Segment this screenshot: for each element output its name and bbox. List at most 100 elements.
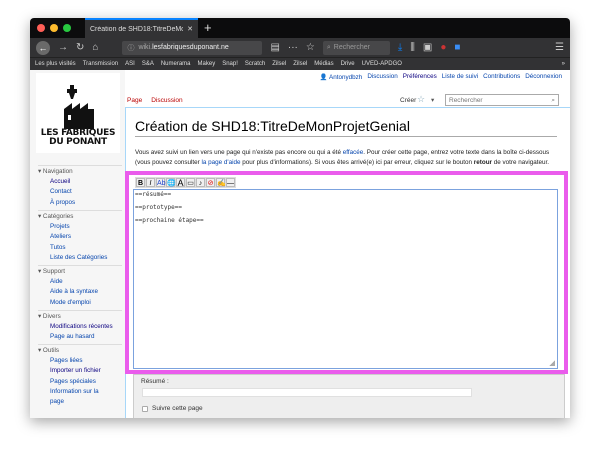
reader-icon[interactable]: ▤ [270,42,279,53]
nav-link[interactable]: Contact [50,187,122,197]
download-icon[interactable]: ⤓ [398,42,402,53]
portal-support: ▾ Support Aide Aide à la syntaxe Mode d'… [38,265,122,308]
summary-input[interactable] [142,388,472,397]
external-link-icon[interactable]: 🌐 [166,178,176,187]
nav-link[interactable]: À propos [50,198,122,208]
nav-link[interactable]: Liste des Catégories [50,253,122,263]
zoom-window-button[interactable] [63,24,71,32]
close-window-button[interactable] [37,24,45,32]
nav-link[interactable]: Pages liées [50,356,122,366]
watchlist-link[interactable]: Liste de suivi [442,73,478,81]
watch-checkbox-row[interactable]: Suivre cette page [142,405,203,412]
tab-page[interactable]: Page [125,97,144,104]
horizontal-line-icon[interactable]: — [226,178,235,187]
nav-link[interactable]: Ateliers [50,232,122,242]
logout-link[interactable]: Déconnexion [525,73,562,81]
browser-search-input[interactable]: ⌕ Rechercher [322,40,390,55]
nowiki-icon[interactable]: ⊘ [206,178,215,187]
home-button[interactable]: ⌂ [92,42,98,53]
portal-divers: ▾ Divers Modifications récentes Page au … [38,310,122,343]
page-title: Création de SHD18:TitreDeMonProjetGenial [135,118,557,137]
site-logo[interactable]: LES FABRIQUES DU PONANT [36,73,120,153]
forward-button[interactable]: → [58,42,68,53]
bookmark-star-icon[interactable]: ☆ [306,42,315,53]
nav-toolbar: ← → ↻ ⌂ ⓘ wiki.lesfabriquesduponant.ne ▤ … [30,38,570,57]
bookmark[interactable]: Transmission [83,61,118,67]
intro-text: Vous avez suivi un lien vers une page qu… [135,149,550,166]
nav-link[interactable]: Aide [50,277,122,287]
preferences-link[interactable]: Préférences [403,73,437,81]
reload-button[interactable]: ↻ [76,42,84,53]
portal-heading[interactable]: ▾ Catégories [38,210,122,220]
image-icon[interactable]: ▭ [186,178,195,187]
nav-link[interactable]: Page au hasard [50,332,122,342]
nav-link[interactable]: Aide à la syntaxe [50,287,122,297]
extension-d-icon[interactable]: ■ [454,42,460,53]
bookmark[interactable]: UVED-APDGO [362,61,402,67]
watch-label: Suivre cette page [152,405,203,412]
user-talk-link[interactable]: Discussion [367,73,397,81]
info-icon: ⓘ [127,44,135,52]
tab-title: Création de SHD18:TitreDeMonProjet [90,25,183,33]
nav-link[interactable]: Modifications récentes [50,322,122,332]
bookmark[interactable]: Scratch [245,61,265,67]
sidebar: LES FABRIQUES DU PONANT ▾ Navigation Accu… [30,70,125,418]
back-button[interactable]: ← [36,40,50,55]
signature-icon[interactable]: ✍ [216,178,226,187]
media-icon[interactable]: ♪ [196,178,205,187]
menu-icon[interactable]: ☰ [555,42,564,53]
bookmark[interactable]: Makey [198,61,216,67]
portal-heading[interactable]: ▾ Divers [38,310,122,320]
bookmark[interactable]: ASI [125,61,135,67]
edit-options: Résumé : Suivre cette page [133,374,565,418]
user-link[interactable]: 👤 Antonydbzh [320,73,363,81]
bookmark[interactable]: Zilsel [293,61,307,67]
wiki-search-input[interactable]: Rechercher ⌕ [445,94,559,106]
close-tab-icon[interactable]: ✕ [187,25,193,33]
wikitext-editor[interactable]: ==résumé== ==prototype== ==prochaine éta… [133,189,558,369]
tab-discussion[interactable]: Discussion [151,97,182,104]
url-bar[interactable]: ⓘ wiki.lesfabriquesduponant.ne [122,40,263,55]
more-actions-chevron-icon[interactable]: ▾ [431,96,434,104]
heading-icon[interactable]: A [176,178,185,188]
library-icon[interactable]: ⫼ [410,42,415,53]
resize-grip-icon[interactable] [549,360,555,366]
nav-link[interactable]: Tutos [50,243,122,253]
nav-link[interactable]: Accueil [50,177,122,187]
browser-tab[interactable]: Création de SHD18:TitreDeMonProjet ✕ [85,18,198,38]
bookmark[interactable]: Médias [314,61,333,67]
nav-link[interactable]: Importer un fichier [50,366,122,376]
bookmark[interactable]: Drive [341,61,355,67]
watch-star-icon[interactable]: ☆ [417,94,425,105]
nav-link[interactable]: Mode d'emploi [50,298,122,308]
extension-icon[interactable]: ● [440,42,446,53]
tab-create[interactable]: Créer [400,97,416,104]
help-link[interactable]: la page d'aide [202,159,241,166]
sidebar-icon[interactable]: ▣ [423,42,432,53]
contributions-link[interactable]: Contributions [483,73,520,81]
bookmark[interactable]: Snap! [222,61,238,67]
nav-link[interactable]: Projets [50,222,122,232]
search-icon[interactable]: ⌕ [551,97,555,104]
portal-heading[interactable]: ▾ Navigation [38,165,122,175]
bold-icon[interactable]: B [136,178,145,187]
nav-link[interactable]: Information sur la page [50,387,110,408]
more-icon[interactable]: ··· [288,42,298,53]
logo-text: LES FABRIQUES DU PONANT [40,128,116,147]
watch-checkbox[interactable] [142,405,148,412]
portal-heading[interactable]: ▾ Support [38,265,122,275]
nav-link[interactable]: Pages spéciales [50,377,122,387]
link-icon[interactable]: Ab [156,178,166,187]
more-bookmarks-icon[interactable]: » [562,61,565,67]
bookmark[interactable]: Les plus visités [35,61,76,67]
minimize-window-button[interactable] [50,24,58,32]
bookmark[interactable]: Zilsel [272,61,286,67]
main-content: Création de SHD18:TitreDeMonProjetGenial… [125,107,570,418]
new-tab-button[interactable]: + [204,20,212,35]
italic-icon[interactable]: I [146,178,155,187]
bookmark[interactable]: S&A [142,61,154,67]
bookmark[interactable]: Numerama [161,61,191,67]
portal-categories: ▾ Catégories Projets Ateliers Tutos List… [38,210,122,263]
portal-heading[interactable]: ▾ Outils [38,344,122,354]
deleted-link[interactable]: effacée [343,149,364,156]
